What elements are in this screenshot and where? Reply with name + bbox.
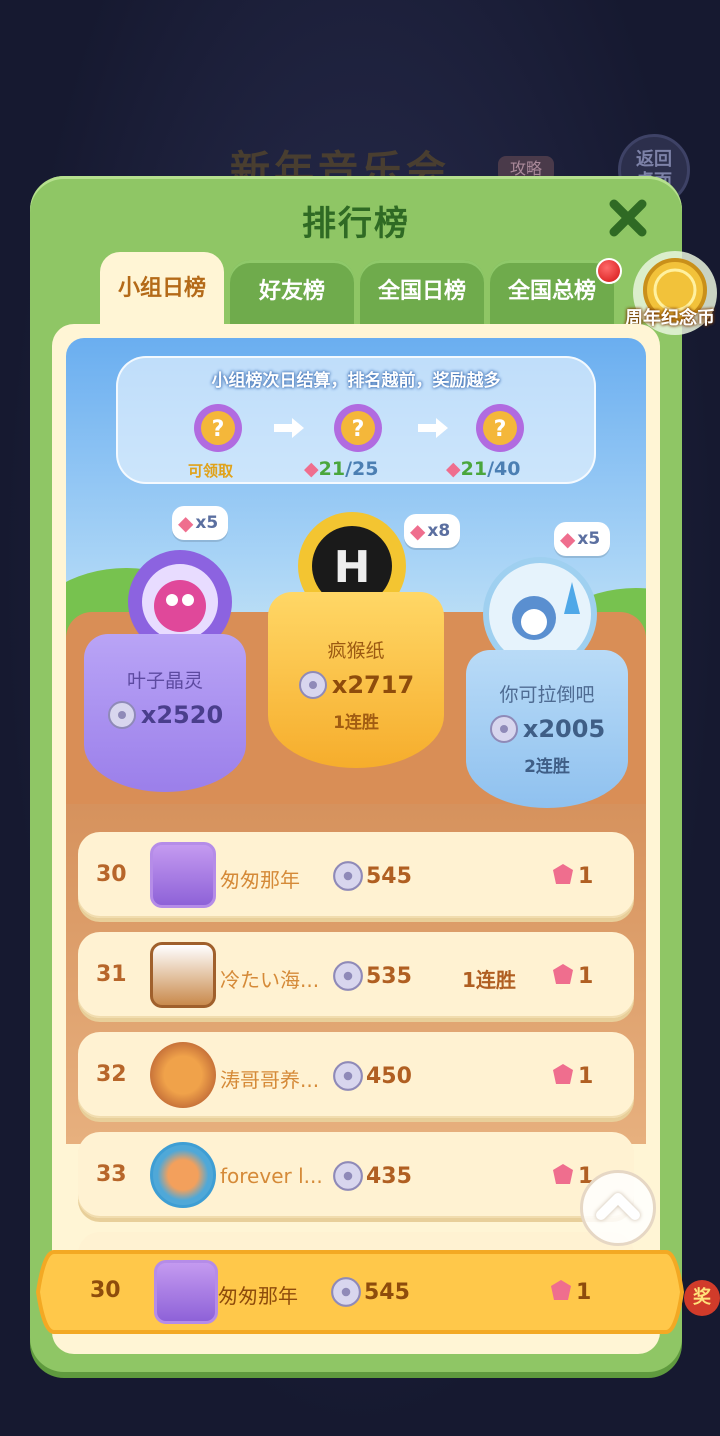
svg-text:?: ?: [494, 417, 507, 442]
player-score: x2717: [268, 670, 444, 700]
win-streak: 1连胜: [462, 968, 516, 992]
avatar[interactable]: [150, 842, 216, 908]
list-item[interactable]: 33 forever l... 435 1: [78, 1132, 634, 1218]
gem-icon: ◆: [560, 527, 576, 551]
player-name: 涛哥哥养...: [220, 1068, 320, 1092]
tab-group-daily[interactable]: 小组日榜: [100, 252, 224, 328]
panel-title: 排行榜: [302, 204, 410, 244]
reward-chest-icon[interactable]: ?: [330, 398, 386, 454]
avatar[interactable]: [150, 1042, 216, 1108]
disc-icon: [333, 861, 363, 891]
disc-icon: [333, 1161, 363, 1191]
player-name: 叶子晶灵: [126, 670, 203, 692]
disc-icon: [333, 961, 363, 991]
player-score: 450: [366, 1064, 412, 1089]
tab-national-daily[interactable]: 全国日榜: [360, 260, 484, 328]
gem-icon: [551, 1280, 571, 1300]
avatar[interactable]: [150, 1142, 216, 1208]
gem-icon: ◆: [446, 458, 461, 480]
close-icon[interactable]: [606, 196, 650, 240]
gem-icon: [553, 1064, 573, 1084]
disc-icon: [298, 671, 327, 699]
gem-count: 1: [576, 1280, 592, 1305]
player-score: x2520: [84, 700, 246, 730]
arrow-right-icon: [418, 418, 448, 438]
avatar[interactable]: [154, 1260, 218, 1324]
reward-bubble-second: ◆ x5: [172, 506, 229, 540]
reward-progress-box: 小组榜次日结算，排名越前，奖励越多 ? ? ? 可领取 ◆21/25 ◆21/4…: [116, 356, 596, 484]
rank-number: 30: [96, 862, 127, 887]
podium-third: 你可拉倒吧 x2005 2连胜: [466, 650, 628, 808]
my-rank-bar[interactable]: 30 匆匆那年 545 1: [36, 1248, 684, 1336]
reward-bubble-third: ◆ x5: [554, 522, 611, 556]
rank-number: 30: [90, 1278, 121, 1303]
rank-number: 32: [96, 1062, 127, 1087]
gem-icon: [553, 1164, 573, 1184]
avatar[interactable]: [150, 942, 216, 1008]
list-item[interactable]: 32 涛哥哥养... 450 1: [78, 1032, 634, 1118]
gem-count: 1: [578, 1064, 594, 1089]
win-streak: 1连胜: [333, 713, 379, 733]
player-name: 匆匆那年: [220, 868, 300, 892]
svg-text:?: ?: [212, 417, 225, 442]
milestone-progress: ◆21/40: [446, 458, 521, 480]
claimable-label: 可领取: [188, 462, 234, 480]
podium-first: 疯猴纸 x2717 1连胜: [268, 592, 444, 768]
player-name: 匆匆那年: [218, 1284, 298, 1308]
player-name: forever l...: [220, 1164, 323, 1188]
disc-icon: [489, 715, 518, 743]
gem-icon: [553, 964, 573, 984]
svg-text:H: H: [334, 542, 371, 593]
podium-second: 叶子晶灵 x2520: [84, 634, 246, 792]
player-name: 疯猴纸: [327, 640, 385, 662]
disc-icon: [107, 701, 136, 729]
rank-number: 33: [96, 1162, 127, 1187]
player-score: 545: [366, 864, 412, 889]
disc-icon: [331, 1277, 361, 1307]
chevron-up-icon: [596, 1193, 640, 1220]
win-streak: 2连胜: [524, 757, 570, 777]
player-score: 535: [366, 964, 412, 989]
svg-text:?: ?: [352, 417, 365, 442]
reward-chest-icon[interactable]: ?: [190, 398, 246, 454]
gem-icon: [553, 864, 573, 884]
reward-bubble-first: ◆ x8: [404, 514, 461, 548]
tab-friends[interactable]: 好友榜: [230, 260, 354, 328]
gem-count: 1: [578, 964, 594, 989]
disc-icon: [333, 1061, 363, 1091]
milestone-progress: ◆21/25: [304, 458, 379, 480]
gem-count: 1: [578, 864, 594, 889]
player-name: 你可拉倒吧: [499, 684, 595, 706]
reward-chest-icon[interactable]: ?: [472, 398, 528, 454]
scroll-to-top-button[interactable]: [580, 1170, 656, 1246]
notification-dot: [596, 258, 622, 284]
gem-icon: ◆: [304, 458, 319, 480]
gem-icon: ◆: [410, 519, 426, 543]
player-name: 冷たい海...: [220, 968, 320, 992]
gem-icon: ◆: [178, 511, 194, 535]
player-score: 435: [366, 1164, 412, 1189]
player-score: 545: [364, 1280, 410, 1305]
leaderboard-content: 小组榜次日结算，排名越前，奖励越多 ? ? ? 可领取 ◆21/25 ◆21/4…: [52, 324, 660, 1354]
side-reward-tag[interactable]: 奖: [684, 1280, 720, 1316]
list-item[interactable]: 31 冷たい海... 535 1连胜 1: [78, 932, 634, 1018]
rank-number: 31: [96, 962, 127, 987]
arrow-right-icon: [274, 418, 304, 438]
list-item[interactable]: 30 匆匆那年 545 1: [78, 832, 634, 918]
reward-notice: 小组榜次日结算，排名越前，奖励越多: [211, 371, 501, 391]
player-score: x2005: [466, 714, 628, 744]
